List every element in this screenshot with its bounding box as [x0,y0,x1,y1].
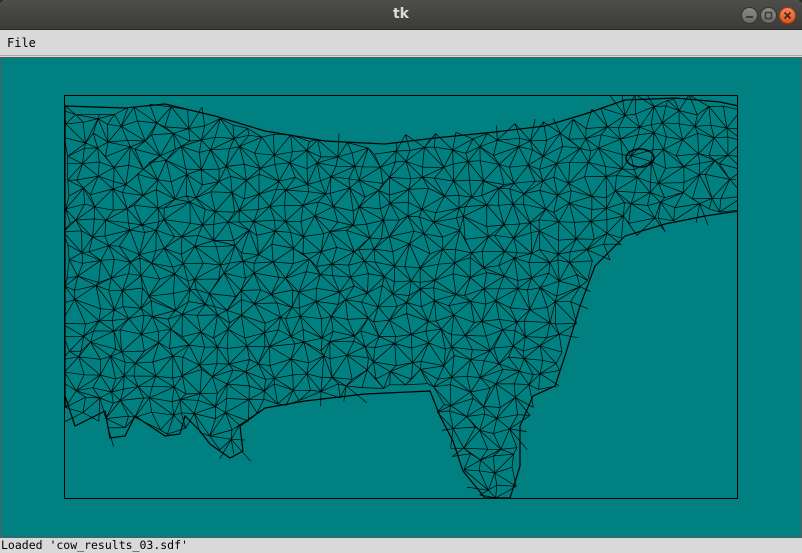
drawing-canvas[interactable] [0,57,802,538]
title-bar[interactable]: tk [0,0,802,30]
close-button[interactable] [779,7,796,24]
render-frame [64,95,738,499]
menu-file[interactable]: File [2,33,41,53]
maximize-icon [764,11,773,20]
minimize-icon [746,16,753,18]
minimize-button[interactable] [741,7,758,24]
status-bar: Loaded 'cow_results_03.sdf' [0,538,802,553]
status-text: Loaded 'cow_results_03.sdf' [1,538,188,552]
close-icon [783,11,792,20]
mesh-edges [65,96,737,498]
mesh-outline [65,97,737,498]
cow-wireframe-mesh [65,96,737,498]
app-window: tk File Loaded 'cow_results_03.sdf' [0,0,802,553]
maximize-button[interactable] [760,7,777,24]
menu-bar: File [0,31,802,56]
window-title: tk [392,6,409,22]
